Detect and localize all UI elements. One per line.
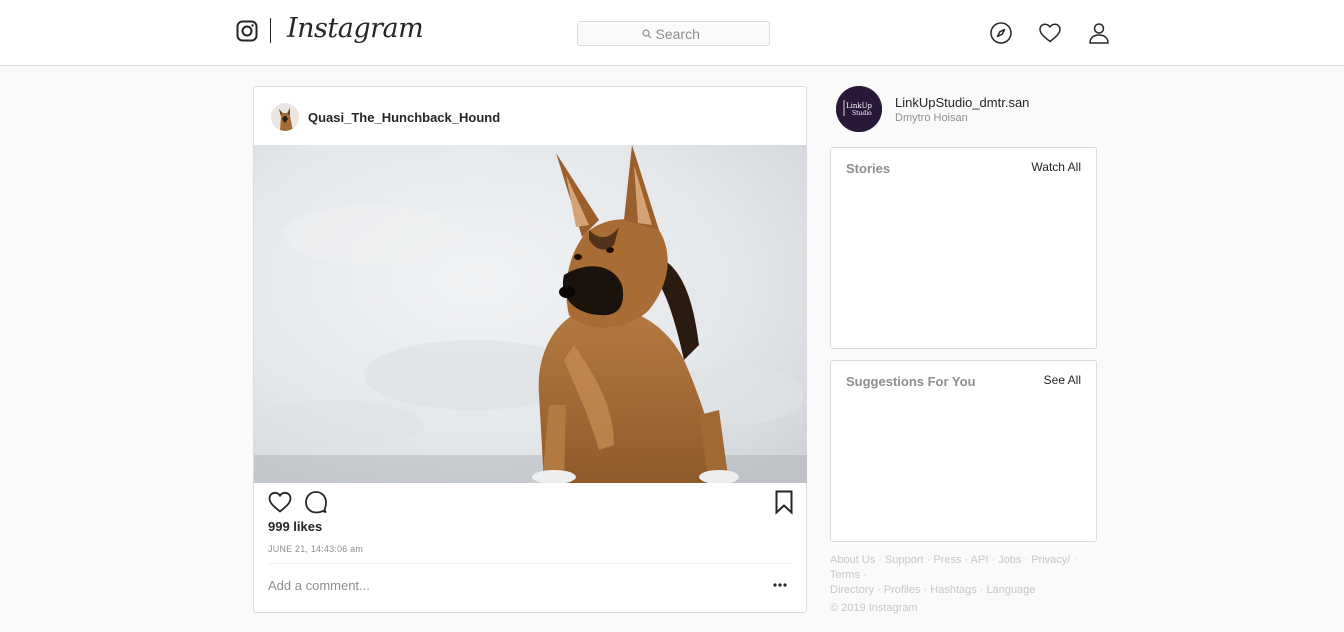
footer-link-profiles[interactable]: Profiles — [884, 584, 921, 596]
footer-link-hashtags[interactable]: Hashtags — [930, 584, 976, 596]
likes-count[interactable]: 999 likes — [268, 519, 322, 534]
footer-link-press[interactable]: Press — [933, 554, 961, 566]
compass-icon[interactable] — [989, 21, 1013, 45]
user-profile-icon[interactable] — [1087, 21, 1111, 45]
footer-link-api[interactable]: API — [971, 554, 989, 566]
instagram-wordmark[interactable]: Instagram — [287, 13, 424, 44]
post-image[interactable] — [254, 145, 807, 483]
logo-divider — [270, 18, 271, 43]
footer-link-language[interactable]: Language — [987, 584, 1036, 596]
comment-bubble-icon[interactable] — [303, 489, 329, 515]
suggestions-title: Suggestions For You — [846, 374, 976, 389]
footer-link-support[interactable]: Support — [885, 554, 924, 566]
footer-links: About Us · Support · Press · API · Jobs … — [830, 554, 1078, 596]
search-bar[interactable] — [577, 21, 770, 46]
footer-link-privacy[interactable]: Privacy/ — [1031, 554, 1070, 566]
svg-text:Studio: Studio — [852, 110, 872, 117]
german-shepherd-photo — [254, 145, 807, 483]
current-user-fullname: Dmytro Hoisan — [895, 112, 968, 124]
bookmark-icon[interactable] — [771, 489, 797, 515]
top-navbar: Instagram — [0, 0, 1344, 66]
comment-divider — [268, 563, 792, 564]
instagram-camera-icon[interactable] — [236, 20, 258, 42]
feed-post: Quasi_The_Hunchback_Hound 999 likes JUNE… — [253, 86, 807, 613]
dog-avatar-image — [271, 103, 299, 131]
see-all-link[interactable]: See All — [1044, 373, 1081, 387]
watch-all-link[interactable]: Watch All — [1031, 160, 1081, 174]
search-icon — [641, 28, 651, 38]
current-user-avatar[interactable]: LinkUp Studio — [836, 86, 882, 132]
post-author-avatar[interactable] — [271, 103, 299, 131]
post-author-username[interactable]: Quasi_The_Hunchback_Hound — [308, 110, 500, 125]
search-input[interactable] — [655, 25, 706, 42]
footer-link-terms[interactable]: Terms — [830, 569, 860, 581]
current-user-username[interactable]: LinkUpStudio_dmtr.san — [895, 95, 1029, 110]
more-options-icon[interactable] — [772, 577, 788, 593]
footer-link-about[interactable]: About Us — [830, 554, 875, 566]
suggestions-panel: Suggestions For You See All — [830, 360, 1097, 542]
svg-text:LinkUp: LinkUp — [846, 102, 873, 110]
footer-link-directory[interactable]: Directory — [830, 584, 874, 596]
footer-link-jobs[interactable]: Jobs — [998, 554, 1021, 566]
heart-icon[interactable] — [1038, 21, 1062, 45]
like-heart-icon[interactable] — [267, 489, 293, 515]
post-timestamp: JUNE 21, 14:43:06 am — [268, 544, 364, 554]
stories-title: Stories — [846, 161, 891, 176]
copyright-text: © 2019 Instagram — [830, 602, 918, 614]
post-header: Quasi_The_Hunchback_Hound — [254, 87, 806, 145]
linkup-studio-logo: LinkUp Studio — [836, 86, 882, 132]
post-actions-bar — [254, 487, 806, 519]
add-comment-input[interactable] — [268, 575, 708, 595]
stories-panel: Stories Watch All — [830, 147, 1097, 349]
